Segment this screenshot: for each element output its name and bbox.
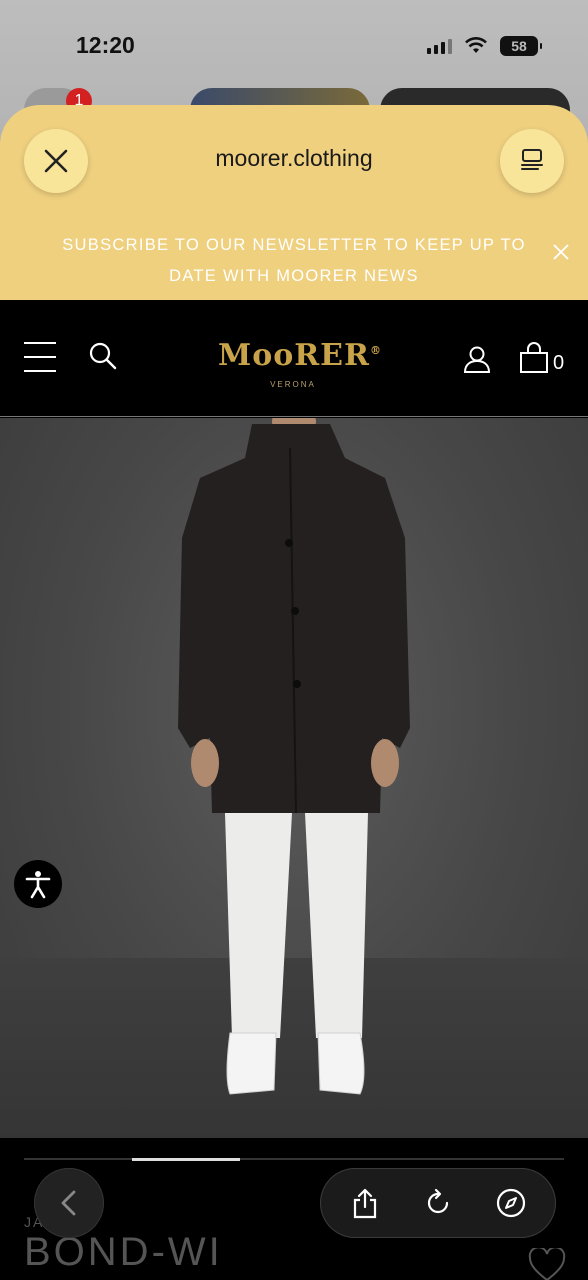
cellular-signal-icon	[427, 38, 452, 54]
search-icon[interactable]	[88, 341, 118, 371]
browser-toolbar	[320, 1168, 556, 1238]
close-icon[interactable]	[552, 243, 570, 261]
newsletter-banner-text: SUBSCRIBE TO OUR NEWSLETTER TO KEEP UP T…	[62, 236, 526, 285]
product-name: BOND-WI	[24, 1230, 223, 1274]
accessibility-icon	[25, 871, 51, 899]
compass-button[interactable]	[487, 1179, 535, 1227]
status-time: 12:20	[76, 32, 135, 58]
site-header: MooRER® VERONA 0	[0, 300, 588, 417]
reload-icon	[427, 1188, 449, 1214]
logo-registered-mark: ®	[369, 344, 382, 357]
back-icon	[61, 1190, 76, 1216]
share-button[interactable]	[341, 1179, 389, 1227]
status-icons: 58	[427, 36, 542, 56]
logo-subtitle: VERONA	[270, 380, 316, 389]
reload-button[interactable]	[414, 1179, 462, 1227]
accessibility-button[interactable]	[14, 860, 62, 908]
back-button[interactable]	[34, 1168, 104, 1238]
brand-logo[interactable]: MooRER®	[218, 338, 381, 373]
gallery-progress-track	[24, 1158, 564, 1161]
browser-url-sheet: moorer.clothing SUBSCRIBE TO OUR NEWSLET…	[0, 105, 588, 300]
battery-level: 58	[511, 38, 527, 54]
compass-icon	[497, 1188, 526, 1218]
menu-icon[interactable]	[24, 342, 56, 372]
tab-overview-icon	[521, 149, 543, 170]
account-icon[interactable]	[462, 344, 492, 374]
shopping-bag-icon[interactable]	[518, 342, 550, 374]
battery-icon: 58	[500, 36, 542, 56]
heart-icon[interactable]	[528, 1248, 566, 1280]
product-image[interactable]	[0, 418, 588, 1138]
model-illustration	[178, 418, 410, 1095]
gallery-progress-fill	[132, 1158, 240, 1161]
cart-count: 0	[553, 352, 565, 374]
tab-overview-button[interactable]	[500, 129, 564, 193]
wifi-icon	[465, 37, 487, 53]
share-icon	[353, 1188, 376, 1219]
logo-text: MooRER	[218, 338, 370, 373]
